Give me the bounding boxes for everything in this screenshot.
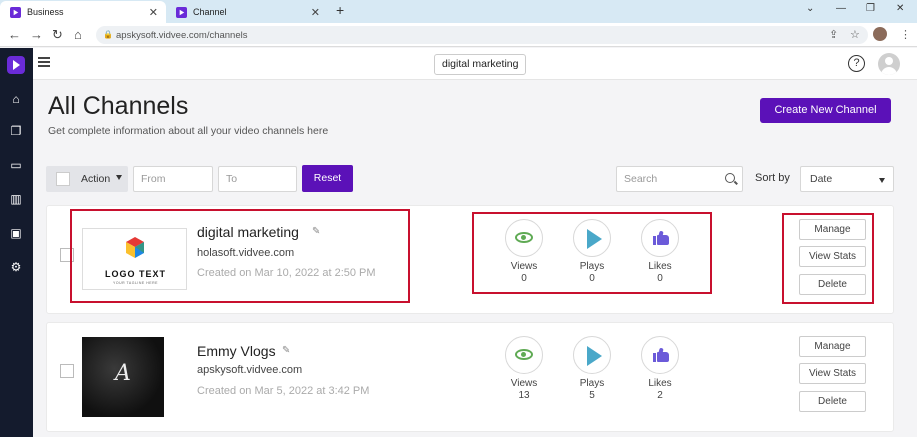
sort-label: Sort by xyxy=(755,172,790,184)
bulk-action-dropdown[interactable]: Action xyxy=(46,166,128,192)
vidvee-favicon-icon xyxy=(176,6,187,18)
row-checkbox[interactable] xyxy=(60,364,74,378)
eye-icon xyxy=(515,349,533,360)
tab-search-icon[interactable]: ⌄ xyxy=(806,3,814,14)
sort-select[interactable]: Date xyxy=(800,166,894,192)
vidvee-logo-icon[interactable] xyxy=(7,56,25,74)
highlight-channel-actions xyxy=(782,213,874,304)
filter-bar: Action From To Reset Search Sort by Date xyxy=(46,164,894,194)
thumbs-up-icon xyxy=(653,347,669,362)
url-text: apskysoft.vidvee.com/channels xyxy=(116,29,248,41)
home-icon[interactable]: ⌂ xyxy=(8,92,24,106)
plays-stat: Plays 5 xyxy=(562,336,622,401)
restore-icon[interactable]: ❐ xyxy=(866,3,875,14)
create-new-channel-button[interactable]: Create New Channel xyxy=(760,98,891,123)
tab-title: Channel xyxy=(193,7,227,17)
likes-circle xyxy=(641,336,679,374)
close-window-icon[interactable]: ✕ xyxy=(896,3,904,14)
browser-toolbar: ← → ↻ ⌂ 🔒 apskysoft.vidvee.com/channels … xyxy=(0,23,917,47)
analytics-icon[interactable]: ▥ xyxy=(8,192,24,206)
monogram-logo-icon: A xyxy=(115,361,131,386)
likes-stat: Likes 2 xyxy=(630,336,690,401)
sort-value: Date xyxy=(810,173,833,185)
from-date-input[interactable]: From xyxy=(133,166,213,192)
search-placeholder: Search xyxy=(624,173,658,185)
share-icon[interactable]: ⇪ xyxy=(829,28,838,41)
video-icon[interactable]: ▭ xyxy=(8,158,24,172)
views-stat: Views 13 xyxy=(494,336,554,401)
profile-avatar-icon[interactable] xyxy=(873,27,887,41)
hamburger-menu-icon[interactable] xyxy=(38,57,50,67)
views-label: Views xyxy=(510,378,538,389)
edit-pencil-icon[interactable]: ✎ xyxy=(282,345,290,356)
plays-label: Plays xyxy=(579,378,605,389)
search-icon[interactable] xyxy=(725,173,735,183)
channel-domain: apskysoft.vidvee.com xyxy=(197,364,303,376)
back-icon[interactable]: ← xyxy=(8,27,21,42)
channel-name[interactable]: Emmy Vlogs xyxy=(197,343,276,359)
browser-tab-channel[interactable]: Channel ✕ xyxy=(166,1,328,23)
likes-count: 2 xyxy=(657,390,663,401)
lock-icon: 🔒 xyxy=(103,30,113,39)
bookmark-star-icon[interactable]: ☆ xyxy=(850,28,860,41)
channel-card: A Emmy Vlogs ✎ apskysoft.vidvee.com Crea… xyxy=(46,322,894,432)
views-circle xyxy=(505,336,543,374)
new-tab-icon[interactable]: + xyxy=(336,2,344,18)
likes-label: Likes xyxy=(648,378,672,389)
plays-circle xyxy=(573,336,611,374)
address-bar[interactable]: 🔒 apskysoft.vidvee.com/channels xyxy=(96,26,868,44)
select-all-checkbox[interactable] xyxy=(56,172,70,186)
page-subtitle: Get complete information about all your … xyxy=(48,125,329,137)
plays-count: 5 xyxy=(589,390,595,401)
play-icon xyxy=(587,346,602,366)
app-header: digital marketing ? xyxy=(33,48,917,80)
settings-gear-icon[interactable]: ⚙ xyxy=(8,260,24,274)
forward-icon[interactable]: → xyxy=(30,27,43,42)
page-title: All Channels xyxy=(48,92,189,120)
delete-button[interactable]: Delete xyxy=(799,391,866,412)
chevron-down-icon xyxy=(879,178,885,183)
view-stats-button[interactable]: View Stats xyxy=(799,363,866,384)
close-tab-icon[interactable]: ✕ xyxy=(149,6,158,19)
menu-dots-icon[interactable]: ⋮ xyxy=(900,28,911,41)
minimize-icon[interactable]: — xyxy=(836,3,846,14)
browser-tabbar: Business ✕ Channel ✕ + ⌄ — ❐ ✕ xyxy=(0,0,917,23)
to-date-input[interactable]: To xyxy=(218,166,297,192)
home-icon[interactable]: ⌂ xyxy=(74,27,82,42)
browser-tab-business[interactable]: Business ✕ xyxy=(0,1,166,23)
reset-button[interactable]: Reset xyxy=(302,165,353,192)
user-avatar[interactable] xyxy=(878,53,900,75)
help-icon[interactable]: ? xyxy=(848,55,865,72)
pages-icon[interactable]: ❐ xyxy=(8,124,24,138)
search-input[interactable]: Search xyxy=(616,166,743,192)
action-label: Action xyxy=(81,173,111,185)
close-tab-icon[interactable]: ✕ xyxy=(311,6,320,19)
views-count: 13 xyxy=(518,390,530,401)
chevron-down-icon xyxy=(116,175,122,180)
vidvee-favicon-icon xyxy=(10,6,21,18)
channel-thumbnail[interactable]: A xyxy=(82,337,164,417)
highlight-channel-stats xyxy=(472,212,712,294)
highlight-channel-info xyxy=(70,209,410,303)
tab-title: Business xyxy=(27,7,64,17)
camera-icon[interactable]: ▣ xyxy=(8,226,24,240)
channel-created-date: Created on Mar 5, 2022 at 3:42 PM xyxy=(197,385,370,397)
app-sidebar: ⌂ ❐ ▭ ▥ ▣ ⚙ xyxy=(0,48,33,437)
manage-button[interactable]: Manage xyxy=(799,336,866,357)
channel-switcher[interactable]: digital marketing xyxy=(434,54,527,75)
reload-icon[interactable]: ↻ xyxy=(52,27,63,43)
